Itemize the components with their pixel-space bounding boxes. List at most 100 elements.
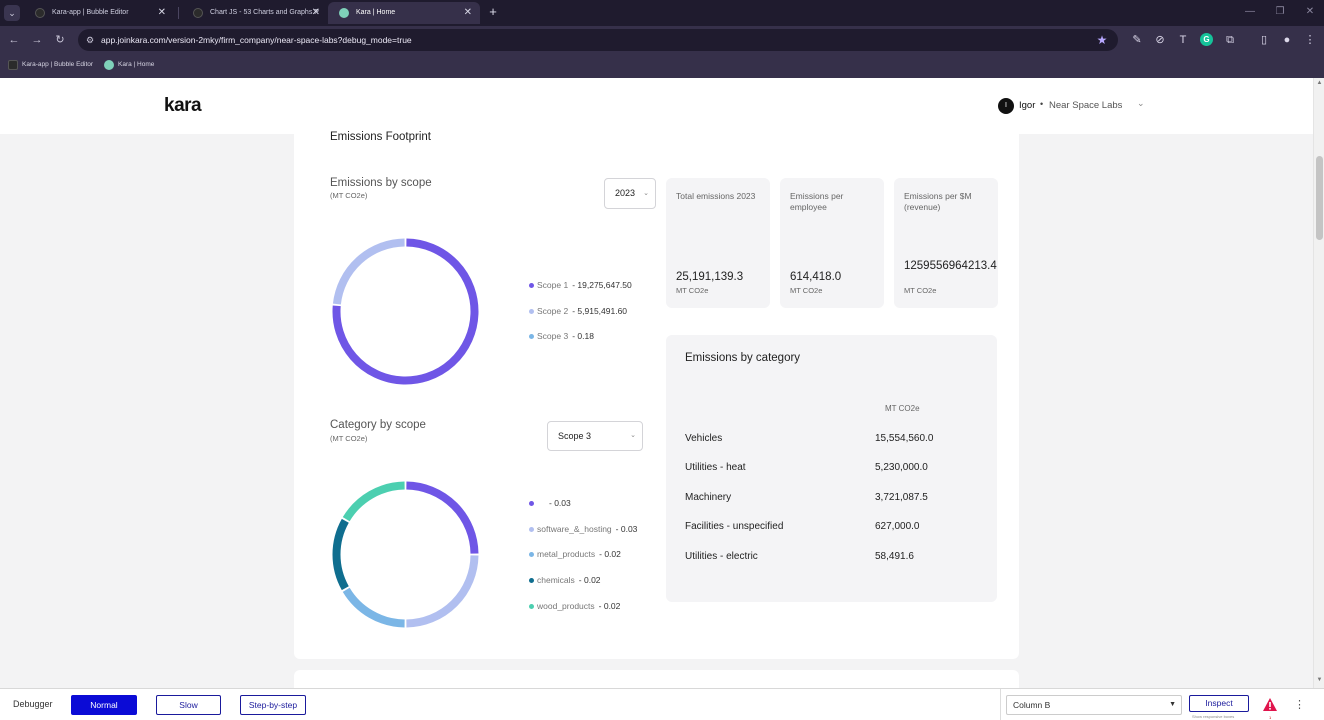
- bookmarks-bar: Kara-app | Bubble Editor Kara | Home: [0, 54, 1324, 78]
- donut-slice-software-hosting[interactable]: [406, 555, 479, 628]
- text-extension-icon[interactable]: T: [1175, 33, 1191, 47]
- browser-tab-chartjs[interactable]: Chart JS - 53 Charts and Graphs P ✕: [182, 2, 328, 24]
- maximize-icon[interactable]: ❐: [1270, 3, 1290, 21]
- debugger-label: Debugger: [13, 699, 53, 709]
- stat-emissions-per-revenue: Emissions per $M (revenue) 1259556964213…: [894, 178, 998, 308]
- minimize-icon[interactable]: —: [1240, 3, 1260, 21]
- responsive-boxes-toggle[interactable]: Show responsive boxes: [1192, 714, 1234, 719]
- company-name[interactable]: Near Space Labs: [1049, 100, 1122, 111]
- grammarly-extension-icon[interactable]: G: [1200, 33, 1213, 46]
- url-text[interactable]: app.joinkara.com/version-2mky/firm_compa…: [101, 29, 412, 51]
- stat-unit: MT CO2e: [904, 286, 937, 295]
- category-name: Facilities - unspecified: [685, 521, 784, 532]
- compass-extension-icon[interactable]: ⊘: [1152, 33, 1168, 47]
- donut-slice-unnamed[interactable]: [406, 481, 479, 554]
- category-name: Utilities - heat: [685, 462, 746, 473]
- stat-value: 1259556964213.4: [904, 260, 997, 272]
- element-select-value: Column B: [1013, 700, 1051, 710]
- close-tab-icon[interactable]: ✕: [312, 2, 320, 24]
- stat-value: 25,191,139.3: [676, 271, 744, 283]
- close-tab-icon[interactable]: ✕: [158, 2, 166, 24]
- avatar[interactable]: I: [998, 98, 1014, 114]
- legend-label: software_&_hosting: [537, 524, 612, 534]
- scope-select[interactable]: Scope 3 ⌄: [547, 421, 643, 451]
- legend-dot: [529, 334, 534, 339]
- kara-logo[interactable]: kara: [164, 95, 202, 117]
- category-value: 15,554,560.0: [875, 433, 934, 444]
- stat-value: 614,418.0: [790, 271, 842, 283]
- legend-label: chemicals: [537, 575, 575, 585]
- inspect-button[interactable]: Inspect: [1189, 695, 1249, 712]
- browser-toolbar: ← → ↻ ⚙ app.joinkara.com/version-2mky/fi…: [0, 26, 1324, 54]
- app-header: kara I Igor • Near Space Labs ⌄: [0, 78, 1313, 134]
- legend-value: - 5,915,491.60: [572, 306, 628, 316]
- user-name[interactable]: Igor: [1019, 100, 1035, 111]
- stat-emissions-per-employee: Emissions per employee 614,418.0 MT CO2e: [780, 178, 884, 308]
- extensions-puzzle-icon[interactable]: ⧉: [1222, 33, 1238, 47]
- category-by-scope-donut: [332, 481, 479, 628]
- chevron-down-icon[interactable]: ⌄: [1137, 98, 1145, 109]
- bookmark-star-icon[interactable]: ★: [1094, 32, 1110, 48]
- tab-separator: [178, 7, 179, 19]
- browser-tab-kara-home[interactable]: Kara | Home ✕: [328, 2, 480, 24]
- browser-menu-icon[interactable]: ⋮: [1302, 33, 1318, 47]
- bubble-favicon-icon: [35, 8, 45, 18]
- table-row: Utilities - electric 58,491.6: [685, 551, 965, 565]
- new-tab-icon[interactable]: +: [486, 4, 500, 20]
- legend-dot: [529, 578, 534, 583]
- address-bar[interactable]: ⚙ app.joinkara.com/version-2mky/firm_com…: [78, 29, 1118, 51]
- year-select[interactable]: 2023 ⌄: [604, 178, 656, 209]
- header-separator: •: [1040, 99, 1044, 109]
- column-header-mt-co2e: MT CO2e: [885, 404, 920, 413]
- forward-icon[interactable]: →: [29, 32, 45, 48]
- legend-value: - 0.03: [549, 498, 571, 508]
- bookmark-bubble-editor[interactable]: Kara-app | Bubble Editor: [8, 54, 93, 76]
- browser-tab-bubble-editor[interactable]: Kara-app | Bubble Editor ✕: [24, 2, 174, 24]
- tab-search-button[interactable]: ⌄: [4, 5, 20, 21]
- eyedropper-extension-icon[interactable]: ✎: [1129, 33, 1145, 47]
- bookmark-label: Kara | Home: [118, 61, 155, 68]
- legend-dot: [529, 283, 534, 288]
- warning-icon[interactable]: [1262, 697, 1278, 713]
- mode-step-by-step-button[interactable]: Step-by-step: [240, 695, 306, 715]
- scroll-down-icon[interactable]: ▼: [1315, 677, 1324, 686]
- reload-icon[interactable]: ↻: [52, 32, 68, 48]
- back-icon[interactable]: ←: [6, 32, 22, 48]
- side-panel-icon[interactable]: ▯: [1256, 33, 1272, 47]
- site-info-icon[interactable]: ⚙: [84, 34, 96, 46]
- emissions-by-scope-unit: (MT CO2e): [330, 191, 368, 200]
- donut-slice-metal-products[interactable]: [342, 587, 405, 628]
- more-options-icon[interactable]: ⋮: [1294, 697, 1305, 713]
- page-scrollbar[interactable]: ▲ ▼: [1313, 78, 1324, 688]
- legend-label: Scope 1: [537, 280, 569, 290]
- window-close-icon[interactable]: ✕: [1300, 3, 1320, 21]
- donut-slice-scope-2[interactable]: [332, 238, 405, 305]
- legend-label: wood_products: [537, 601, 595, 611]
- emissions-by-category-title: Emissions by category: [685, 352, 801, 364]
- legend-dot: [529, 309, 534, 314]
- donut-slice-chemicals[interactable]: [332, 518, 349, 591]
- stat-title: Emissions per $M (revenue): [904, 191, 972, 212]
- legend-value: - 19,275,647.50: [572, 280, 632, 290]
- table-row: Machinery 3,721,087.5: [685, 492, 965, 506]
- mode-normal-button[interactable]: Normal: [71, 695, 137, 715]
- donut-slice-wood-products[interactable]: [342, 481, 405, 522]
- category-value: 58,491.6: [875, 551, 914, 562]
- table-row: Vehicles 15,554,560.0: [685, 433, 965, 447]
- category-by-scope-title: Category by scope: [330, 419, 426, 431]
- legend-dot: [529, 552, 534, 557]
- legend-value: - 0.02: [598, 601, 621, 611]
- mode-slow-button[interactable]: Slow: [156, 695, 221, 715]
- stat-title: Emissions per employee: [790, 191, 844, 212]
- stat-unit: MT CO2e: [676, 286, 709, 295]
- legend-value: - 0.18: [572, 331, 594, 341]
- element-select[interactable]: Column B ▼: [1006, 695, 1182, 715]
- category-value: 627,000.0: [875, 521, 920, 532]
- chartjs-favicon-icon: [193, 8, 203, 18]
- scroll-up-icon[interactable]: ▲: [1315, 80, 1324, 89]
- scrollbar-thumb[interactable]: [1316, 156, 1323, 240]
- bookmark-kara-home[interactable]: Kara | Home: [104, 54, 154, 76]
- emissions-by-scope-title: Emissions by scope: [330, 177, 432, 189]
- profile-icon[interactable]: ●: [1279, 33, 1295, 47]
- close-tab-icon[interactable]: ✕: [464, 2, 472, 24]
